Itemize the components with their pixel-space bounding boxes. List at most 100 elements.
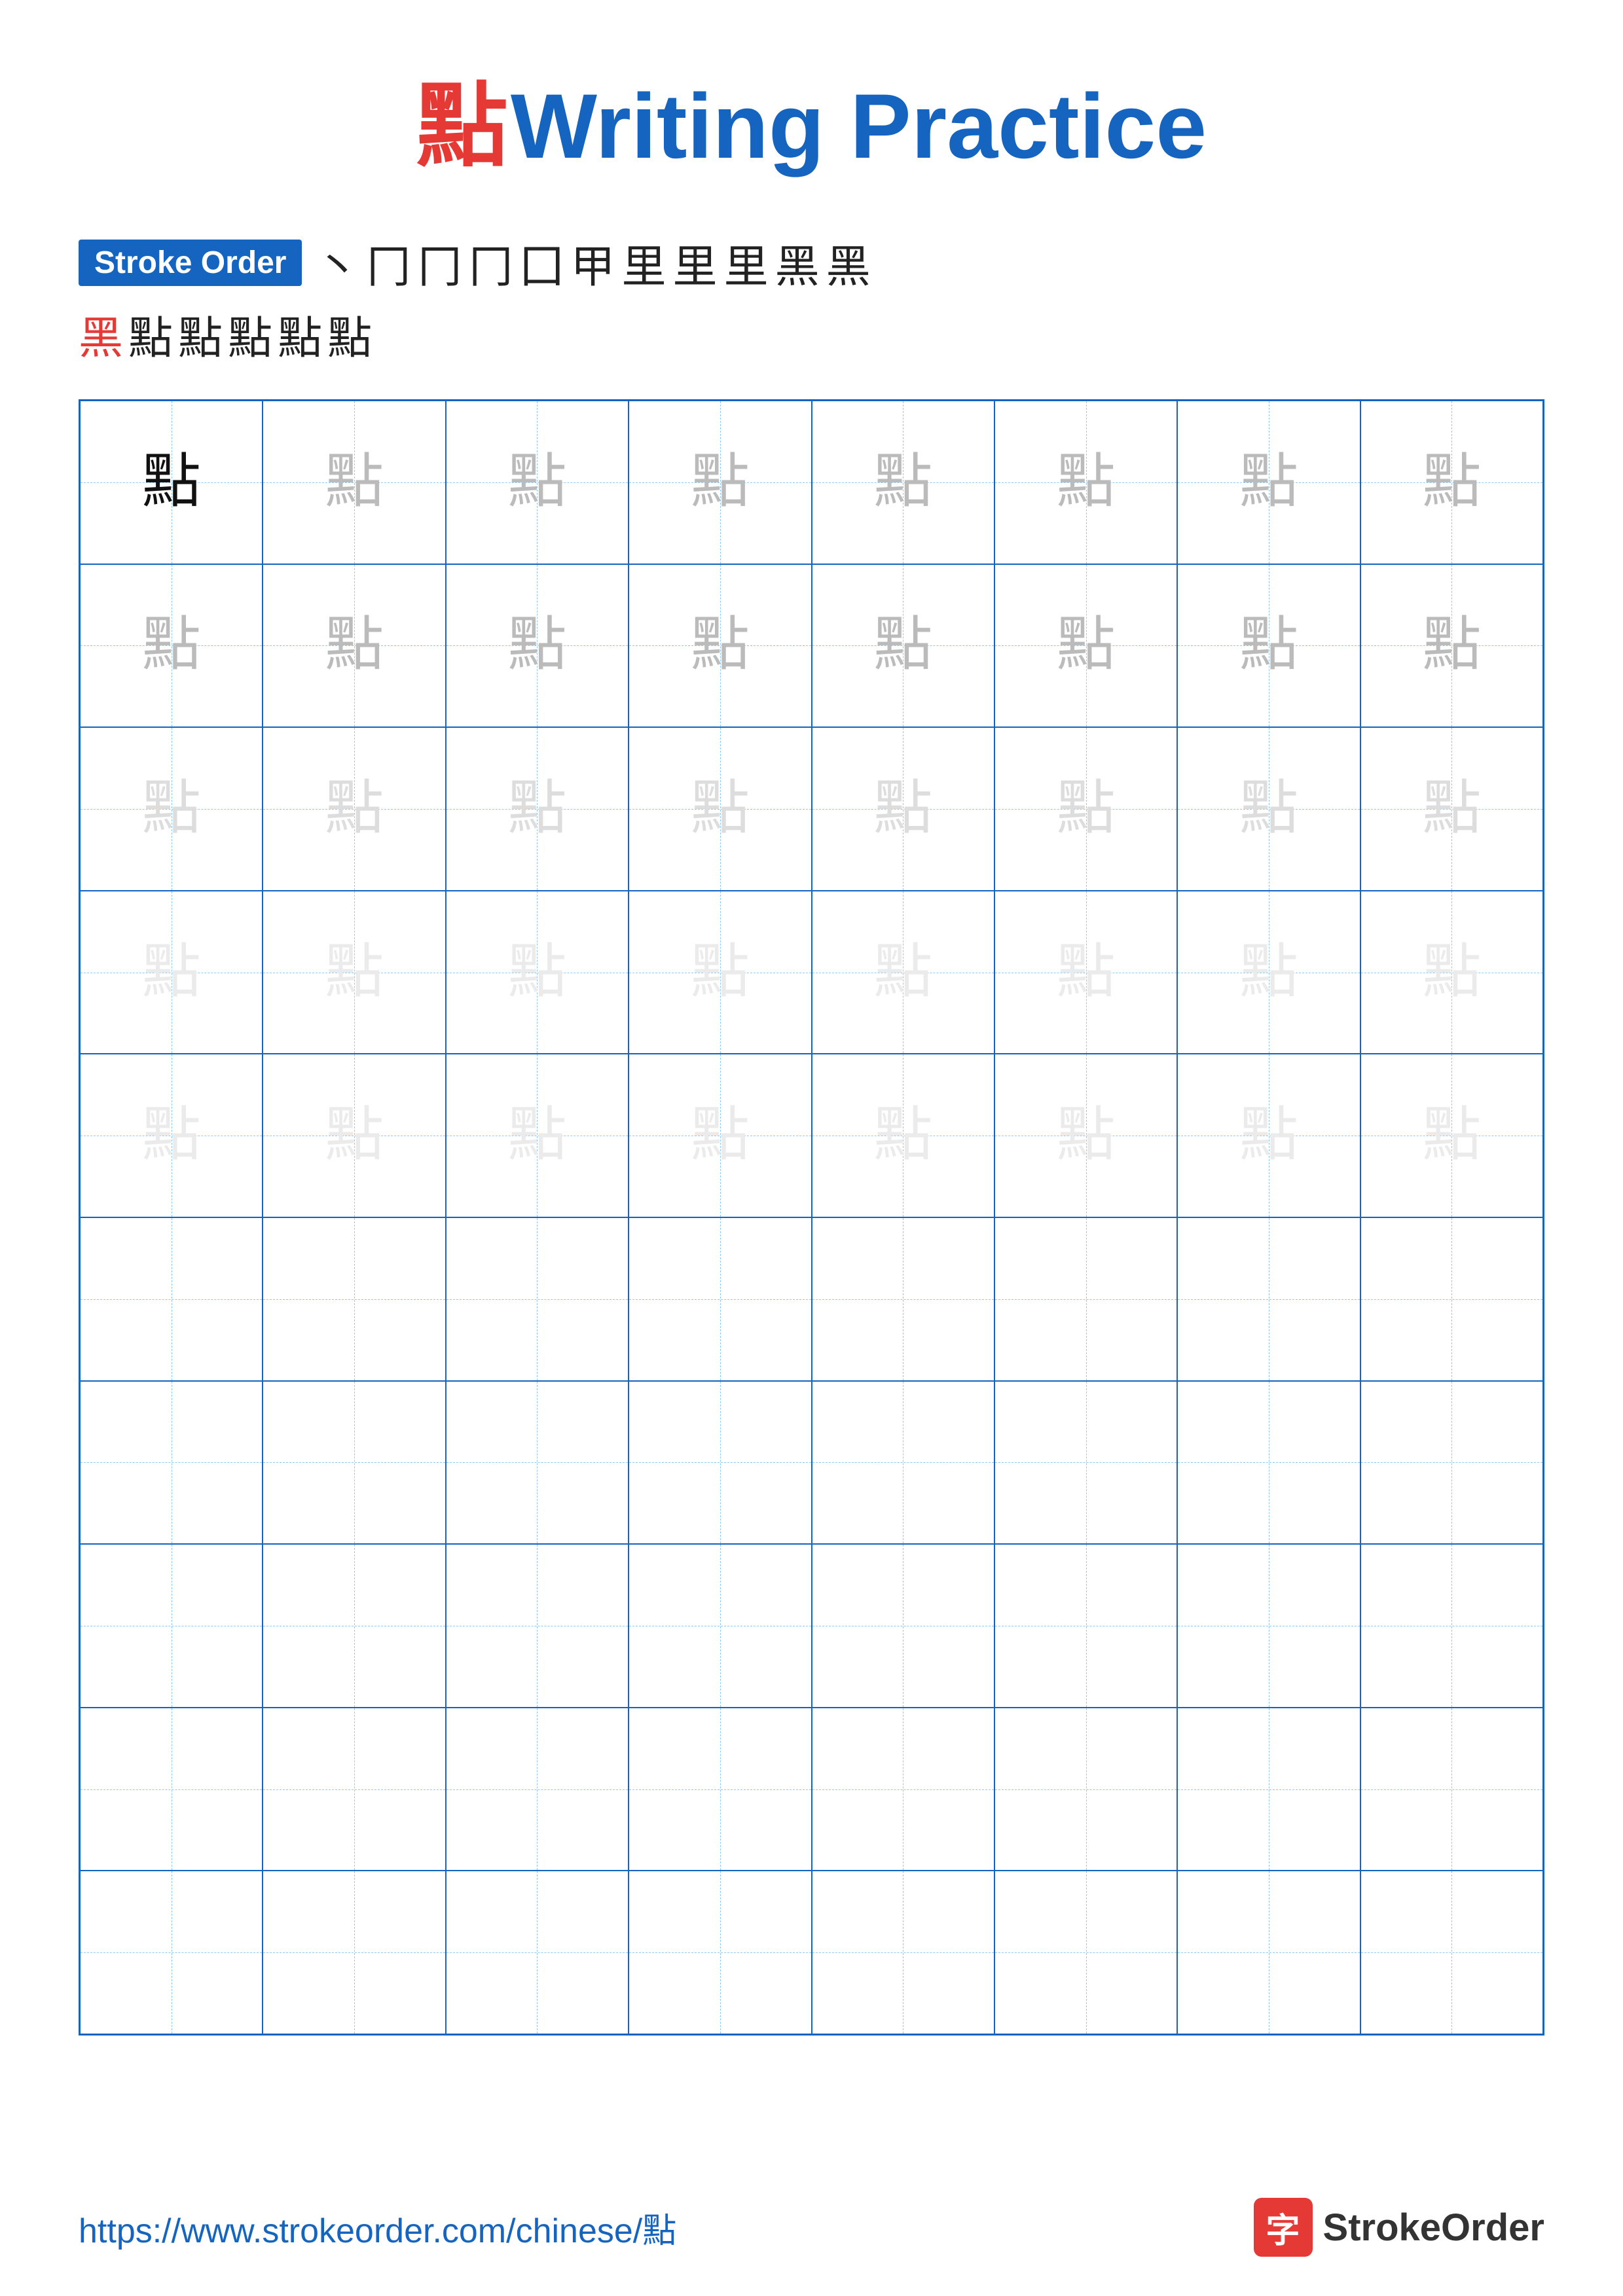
cell-1-5[interactable]: 點 — [812, 401, 994, 564]
cell-6-1[interactable] — [80, 1217, 263, 1381]
stroke-chars-row1: 丶 冂 冂 冂 囗 甲 里 里 里 黑 黑 — [315, 230, 870, 295]
cell-9-8[interactable] — [1360, 1708, 1543, 1871]
cell-4-6[interactable]: 點 — [994, 891, 1177, 1054]
char-2-8: 點 — [1422, 616, 1481, 675]
cell-3-5[interactable]: 點 — [812, 727, 994, 891]
cell-2-1[interactable]: 點 — [80, 564, 263, 728]
cell-5-2[interactable]: 點 — [263, 1054, 445, 1217]
cell-9-1[interactable] — [80, 1708, 263, 1871]
cell-10-4[interactable] — [629, 1871, 811, 2034]
cell-2-8[interactable]: 點 — [1360, 564, 1543, 728]
stroke-order-row1: Stroke Order 丶 冂 冂 冂 囗 甲 里 里 里 黑 黑 — [79, 230, 1544, 295]
cell-10-1[interactable] — [80, 1871, 263, 2034]
cell-10-2[interactable] — [263, 1871, 445, 2034]
stroke-order-badge: Stroke Order — [79, 240, 302, 286]
cell-3-1[interactable]: 點 — [80, 727, 263, 891]
cell-9-2[interactable] — [263, 1708, 445, 1871]
cell-5-8[interactable]: 點 — [1360, 1054, 1543, 1217]
cell-8-6[interactable] — [994, 1544, 1177, 1708]
cell-5-7[interactable]: 點 — [1177, 1054, 1360, 1217]
cell-7-8[interactable] — [1360, 1381, 1543, 1545]
char-4-2: 點 — [325, 943, 384, 1002]
cell-8-7[interactable] — [1177, 1544, 1360, 1708]
stroke-s2: 冂 — [366, 230, 410, 295]
cell-4-2[interactable]: 點 — [263, 891, 445, 1054]
cell-8-5[interactable] — [812, 1544, 994, 1708]
cell-3-7[interactable]: 點 — [1177, 727, 1360, 891]
cell-2-4[interactable]: 點 — [629, 564, 811, 728]
title-text: Writing Practice — [511, 75, 1207, 177]
cell-7-2[interactable] — [263, 1381, 445, 1545]
cell-5-5[interactable]: 點 — [812, 1054, 994, 1217]
cell-6-7[interactable] — [1177, 1217, 1360, 1381]
cell-6-6[interactable] — [994, 1217, 1177, 1381]
cell-1-8[interactable]: 點 — [1360, 401, 1543, 564]
cell-2-2[interactable]: 點 — [263, 564, 445, 728]
cell-1-4[interactable]: 點 — [629, 401, 811, 564]
cell-10-8[interactable] — [1360, 1871, 1543, 2034]
char-4-5: 點 — [873, 943, 932, 1002]
cell-6-2[interactable] — [263, 1217, 445, 1381]
cell-8-2[interactable] — [263, 1544, 445, 1708]
cell-10-3[interactable] — [446, 1871, 629, 2034]
cell-1-2[interactable]: 點 — [263, 401, 445, 564]
footer-url[interactable]: https://www.strokeorder.com/chinese/點 — [79, 2203, 676, 2252]
cell-8-1[interactable] — [80, 1544, 263, 1708]
cell-8-8[interactable] — [1360, 1544, 1543, 1708]
cell-9-3[interactable] — [446, 1708, 629, 1871]
cell-7-3[interactable] — [446, 1381, 629, 1545]
cell-9-7[interactable] — [1177, 1708, 1360, 1871]
cell-4-7[interactable]: 點 — [1177, 891, 1360, 1054]
cell-3-8[interactable]: 點 — [1360, 727, 1543, 891]
cell-4-1[interactable]: 點 — [80, 891, 263, 1054]
cell-10-6[interactable] — [994, 1871, 1177, 2034]
char-3-1: 點 — [142, 780, 201, 838]
footer: https://www.strokeorder.com/chinese/點 字 … — [79, 2198, 1544, 2257]
cell-3-4[interactable]: 點 — [629, 727, 811, 891]
cell-3-2[interactable]: 點 — [263, 727, 445, 891]
stroke-s6: 甲 — [571, 230, 615, 295]
cell-7-5[interactable] — [812, 1381, 994, 1545]
cell-10-7[interactable] — [1177, 1871, 1360, 2034]
cell-8-3[interactable] — [446, 1544, 629, 1708]
cell-2-3[interactable]: 點 — [446, 564, 629, 728]
cell-4-3[interactable]: 點 — [446, 891, 629, 1054]
cell-9-5[interactable] — [812, 1708, 994, 1871]
cell-4-4[interactable]: 點 — [629, 891, 811, 1054]
char-5-1: 點 — [142, 1106, 201, 1165]
char-1-2: 點 — [325, 453, 384, 512]
cell-2-6[interactable]: 點 — [994, 564, 1177, 728]
cell-1-6[interactable]: 點 — [994, 401, 1177, 564]
cell-6-3[interactable] — [446, 1217, 629, 1381]
cell-8-4[interactable] — [629, 1544, 811, 1708]
char-4-3: 點 — [507, 943, 566, 1002]
cell-6-4[interactable] — [629, 1217, 811, 1381]
cell-7-6[interactable] — [994, 1381, 1177, 1545]
cell-6-8[interactable] — [1360, 1217, 1543, 1381]
cell-10-5[interactable] — [812, 1871, 994, 2034]
cell-4-5[interactable]: 點 — [812, 891, 994, 1054]
cell-6-5[interactable] — [812, 1217, 994, 1381]
cell-1-7[interactable]: 點 — [1177, 401, 1360, 564]
cell-5-1[interactable]: 點 — [80, 1054, 263, 1217]
cell-2-7[interactable]: 點 — [1177, 564, 1360, 728]
char-1-7: 點 — [1239, 453, 1298, 512]
cell-5-4[interactable]: 點 — [629, 1054, 811, 1217]
footer-brand: 字 StrokeOrder — [1254, 2198, 1544, 2257]
cell-3-6[interactable]: 點 — [994, 727, 1177, 891]
cell-7-1[interactable] — [80, 1381, 263, 1545]
cell-3-3[interactable]: 點 — [446, 727, 629, 891]
cell-5-3[interactable]: 點 — [446, 1054, 629, 1217]
cell-1-3[interactable]: 點 — [446, 401, 629, 564]
stroke-r2-s5: 點 — [278, 302, 322, 367]
cell-7-7[interactable] — [1177, 1381, 1360, 1545]
cell-2-5[interactable]: 點 — [812, 564, 994, 728]
cell-4-8[interactable]: 點 — [1360, 891, 1543, 1054]
cell-9-6[interactable] — [994, 1708, 1177, 1871]
cell-5-6[interactable]: 點 — [994, 1054, 1177, 1217]
cell-7-4[interactable] — [629, 1381, 811, 1545]
cell-9-4[interactable] — [629, 1708, 811, 1871]
char-3-8: 點 — [1422, 780, 1481, 838]
cell-1-1[interactable]: 點 — [80, 401, 263, 564]
stroke-s10: 黑 — [775, 230, 820, 295]
